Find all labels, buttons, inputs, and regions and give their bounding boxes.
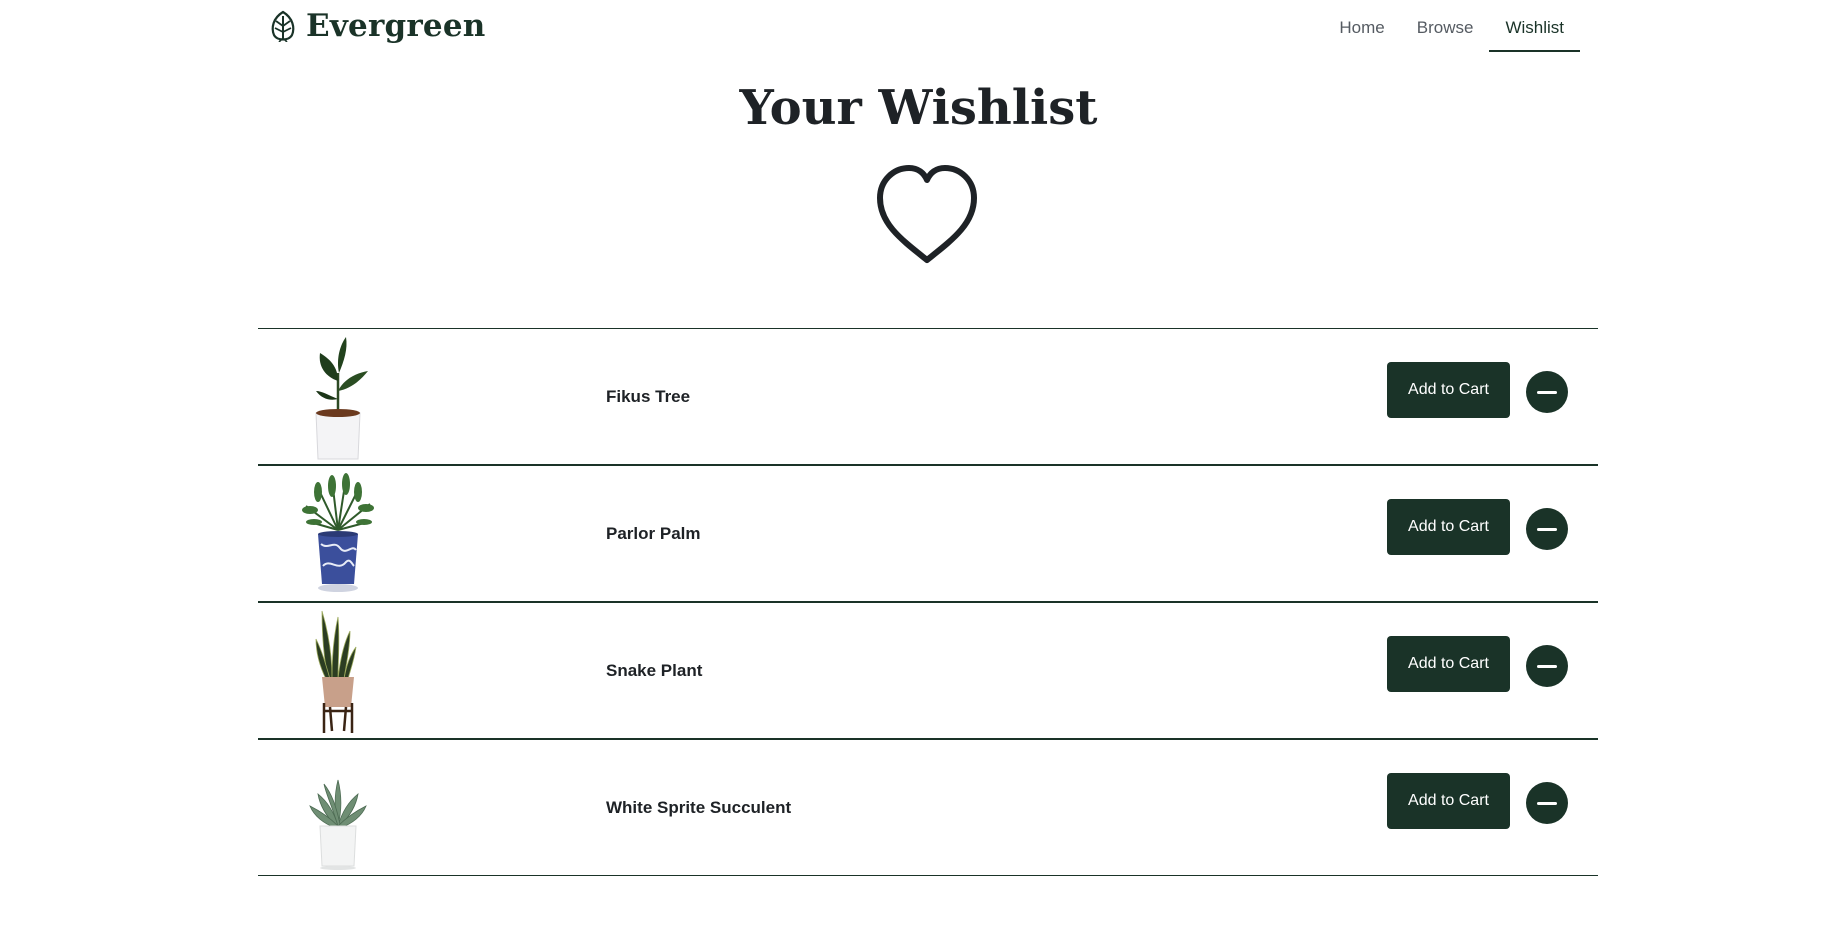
main-nav: Home Browse Wishlist xyxy=(1323,0,1580,52)
minus-icon xyxy=(1537,527,1557,531)
remove-item-button[interactable] xyxy=(1526,508,1568,550)
item-name: White Sprite Succulent xyxy=(606,797,792,817)
add-to-cart-button[interactable]: Add to Cart xyxy=(1387,636,1510,692)
brand-logo-link[interactable]: Evergreen xyxy=(268,8,486,44)
item-name: Parlor Palm xyxy=(606,523,701,543)
minus-icon xyxy=(1537,390,1557,394)
wishlist-list: Fikus Tree Add to Cart Parlor Palm Add t… xyxy=(258,328,1598,876)
item-name: Snake Plant xyxy=(606,660,703,680)
remove-item-button[interactable] xyxy=(1526,371,1568,413)
nav-home-link[interactable]: Home xyxy=(1323,0,1400,50)
add-to-cart-button[interactable]: Add to Cart xyxy=(1387,499,1510,555)
leaf-icon xyxy=(271,10,295,42)
minus-icon xyxy=(1537,664,1557,668)
add-to-cart-button[interactable]: Add to Cart xyxy=(1387,362,1510,418)
page-title: Your Wishlist xyxy=(739,80,1098,136)
parlor-palm-photo xyxy=(302,473,374,592)
remove-item-button[interactable] xyxy=(1526,645,1568,687)
wishlist-item: Snake Plant Add to Cart xyxy=(258,603,1598,740)
fikus-tree-photo xyxy=(315,337,368,460)
wishlist-item: White Sprite Succulent Add to Cart xyxy=(258,740,1598,876)
add-to-cart-button[interactable]: Add to Cart xyxy=(1387,773,1510,829)
white-sprite-succulent-photo xyxy=(309,779,367,870)
brand-name: Evergreen xyxy=(306,8,486,44)
heart-outline-icon xyxy=(877,165,977,263)
nav-wishlist-link[interactable]: Wishlist xyxy=(1489,0,1580,52)
wishlist-item: Parlor Palm Add to Cart xyxy=(258,466,1598,603)
remove-item-button[interactable] xyxy=(1526,782,1568,824)
page: Evergreen Home Browse Wishlist Your Wish… xyxy=(0,0,1837,951)
nav-browse-link[interactable]: Browse xyxy=(1401,0,1490,50)
minus-icon xyxy=(1537,801,1557,805)
item-name: Fikus Tree xyxy=(606,386,691,406)
wishlist-item: Fikus Tree Add to Cart xyxy=(258,329,1598,466)
snake-plant-photo xyxy=(315,610,357,733)
